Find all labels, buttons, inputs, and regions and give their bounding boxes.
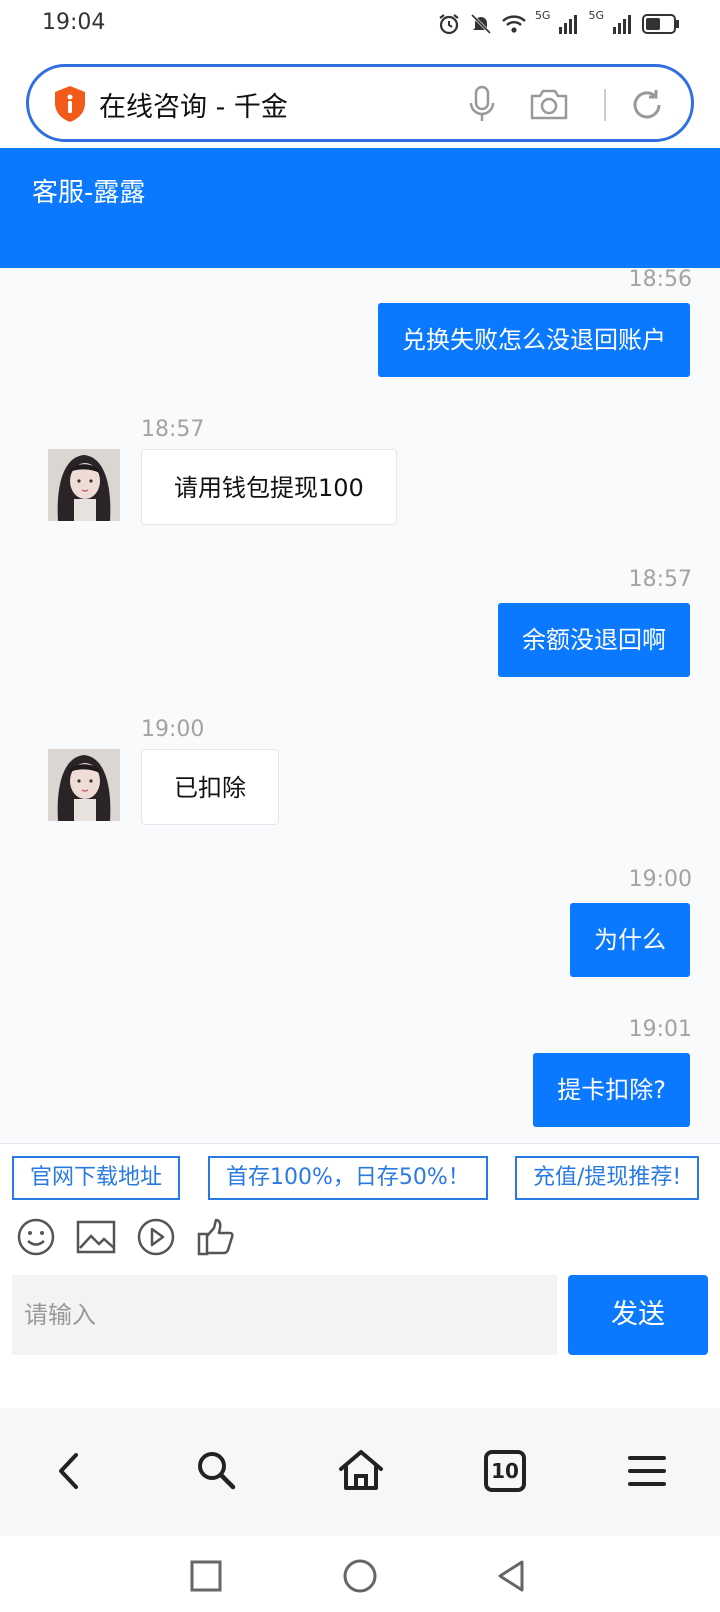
message-time: 19:00 [628, 867, 692, 892]
message-input[interactable]: 请输入 [12, 1275, 557, 1355]
chat-header: 客服-露露 [0, 148, 720, 268]
message-bubble-outgoing[interactable]: 为什么 [570, 903, 690, 977]
emoji-icon[interactable] [16, 1217, 56, 1257]
message-time: 19:01 [628, 1017, 692, 1042]
message-time: 19:00 [141, 717, 205, 742]
message-bubble-incoming[interactable]: 已扣除 [141, 749, 279, 825]
message-bubble-outgoing[interactable]: 提卡扣除? [533, 1053, 690, 1127]
back-triangle-icon[interactable] [492, 1556, 532, 1596]
mute-icon [470, 13, 491, 35]
message-bubble-outgoing[interactable]: 余额没退回啊 [498, 603, 690, 677]
home-circle-icon[interactable] [340, 1556, 380, 1596]
tab-count: 10 [491, 1459, 519, 1483]
quick-reply-chip[interactable]: 官网下载地址 [12, 1156, 181, 1200]
signal-bars-icon [613, 15, 631, 34]
status-icons: 5G 5G [437, 10, 680, 38]
wifi-icon [502, 15, 526, 33]
avatar[interactable] [48, 449, 120, 521]
back-icon[interactable] [45, 1446, 95, 1496]
avatar-image [48, 749, 120, 821]
quick-reply-bar[interactable]: 官网下载地址 首存100%，日存50%！ 充值/提现推荐! [0, 1143, 720, 1203]
system-nav-bar [0, 1536, 720, 1612]
quick-reply-chip[interactable]: 首存100%，日存50%！ [208, 1156, 488, 1200]
search-icon[interactable] [192, 1446, 242, 1496]
thumbs-up-icon[interactable] [196, 1217, 236, 1257]
signal-5g-icon: 5G [534, 9, 551, 22]
browser-bottom-nav: 10 [0, 1408, 720, 1536]
signal-bars-icon [559, 15, 578, 34]
status-bar: 19:04 5G 5G [0, 0, 720, 50]
refresh-icon[interactable] [629, 87, 665, 123]
composer: 请输入 发送 [0, 1275, 720, 1405]
message-bubble-incoming[interactable]: 请用钱包提现100 [141, 449, 397, 525]
message-bubble-outgoing[interactable]: 兑换失败怎么没退回账户 [378, 303, 690, 377]
message-list[interactable]: 18:56 兑换失败怎么没退回账户 18:57 请用钱包提现100 18:57 … [0, 268, 720, 1143]
quick-reply-chip[interactable]: 充值/提现推荐! [515, 1156, 700, 1200]
video-icon[interactable] [136, 1217, 176, 1257]
alarm-icon [439, 14, 459, 35]
agent-name: 客服-露露 [32, 178, 146, 208]
shield-icon[interactable] [53, 85, 87, 123]
mic-icon[interactable] [467, 85, 497, 123]
avatar[interactable] [48, 749, 120, 821]
tabs-button[interactable]: 10 [480, 1446, 530, 1496]
recent-apps-icon[interactable] [186, 1556, 226, 1596]
camera-icon[interactable] [529, 87, 569, 121]
chat-toolbar [0, 1203, 720, 1275]
message-time: 18:57 [141, 417, 205, 442]
image-icon[interactable] [76, 1217, 116, 1257]
avatar-image [48, 449, 120, 521]
signal-5g-icon: 5G [588, 9, 604, 22]
battery-icon [642, 14, 679, 34]
status-time: 19:04 [42, 10, 106, 35]
send-button[interactable]: 发送 [568, 1275, 708, 1355]
menu-icon[interactable] [622, 1446, 672, 1496]
home-icon[interactable] [336, 1446, 386, 1496]
message-time: 18:56 [628, 268, 692, 292]
message-time: 18:57 [628, 567, 692, 592]
page-title[interactable]: 在线咨询 - 千金 [99, 85, 288, 124]
divider [604, 89, 606, 121]
address-bar[interactable]: 在线咨询 - 千金 [26, 64, 694, 142]
